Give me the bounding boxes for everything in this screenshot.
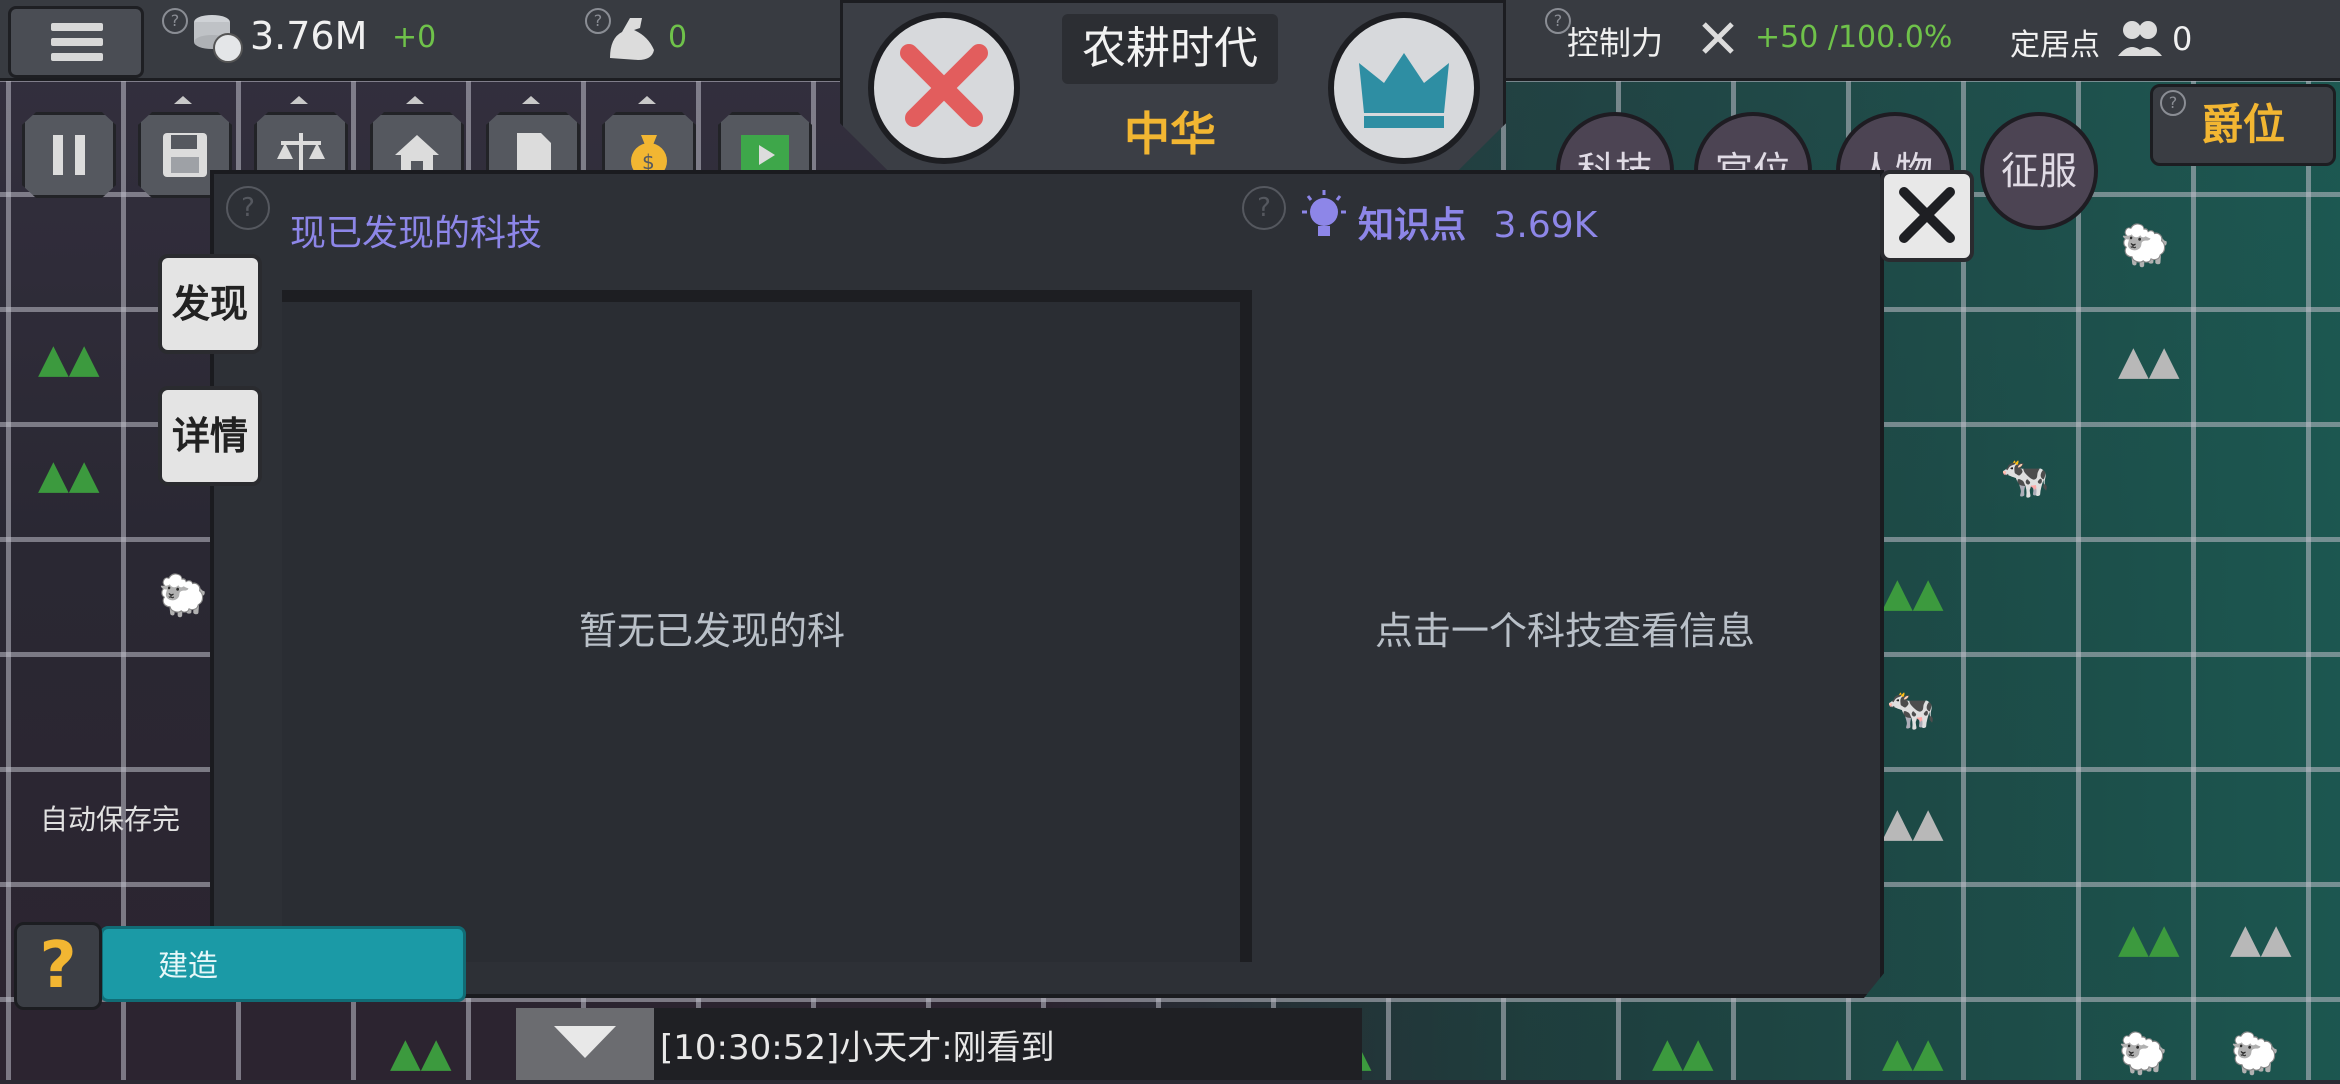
caret-up-icon <box>638 96 656 104</box>
crown-icon <box>1359 53 1449 128</box>
cow-tile-icon[interactable]: 🐄 <box>1886 686 1936 733</box>
war-button[interactable] <box>868 12 1020 164</box>
build-button[interactable]: 建造 <box>100 926 466 1002</box>
crossed-swords-small-icon <box>1702 22 1734 54</box>
build-label: 建造 <box>158 949 218 984</box>
era-title: 农耕时代 <box>1062 14 1278 84</box>
rank-help-icon[interactable]: ? <box>2160 90 2186 116</box>
sheep-tile-icon[interactable]: 🐑 <box>2120 222 2170 269</box>
forest-tile-icon[interactable]: ▲▲ <box>38 336 100 382</box>
autosave-notice: 自动保存完 <box>40 803 181 836</box>
gold-help-icon[interactable]: ? <box>162 8 188 34</box>
gold-delta: +0 <box>392 20 437 55</box>
coins-icon <box>194 15 243 63</box>
lightbulb-icon <box>1302 190 1346 236</box>
civilization-name: 中华 <box>1124 107 1216 161</box>
panel-title: 现已发现的科技 <box>290 213 543 254</box>
settlement-value: 0 <box>2172 20 2193 58</box>
mountain-tile-icon[interactable]: ▲▲ <box>2230 916 2292 962</box>
strength-value: 0 <box>668 20 688 55</box>
caret-up-icon <box>290 96 308 104</box>
tab-details[interactable]: 详情 <box>158 386 262 486</box>
knowledge-points: 知识点 3.69K <box>1358 196 1597 248</box>
forest-tile-icon[interactable]: ▲▲ <box>390 1030 452 1076</box>
close-icon <box>1899 187 1955 243</box>
help-button[interactable]: ? <box>14 922 102 1010</box>
cow-tile-icon[interactable]: 🐄 <box>2000 454 2050 501</box>
sheep-tile-icon[interactable]: 🐑 <box>2118 1030 2168 1077</box>
panel-help-icon[interactable]: ? <box>226 186 270 230</box>
caret-up-icon <box>174 96 192 104</box>
forest-tile-icon[interactable]: ▲▲ <box>1652 1030 1714 1076</box>
tab-discover[interactable]: 发现 <box>158 254 262 354</box>
forest-tile-icon[interactable]: ▲▲ <box>38 452 100 498</box>
pause-icon <box>53 135 85 175</box>
control-value: +50 /100.0% <box>1755 20 1953 55</box>
mountain-tile-icon[interactable]: ▲▲ <box>1882 800 1944 846</box>
close-button[interactable] <box>1880 170 1974 262</box>
people-icon <box>2118 21 2162 56</box>
empty-list-message: 暂无已发现的科 <box>578 609 845 653</box>
menu-button[interactable] <box>8 6 144 78</box>
sheep-tile-icon[interactable]: 🐑 <box>158 572 208 619</box>
crown-button[interactable] <box>1328 12 1480 164</box>
pause-button[interactable] <box>22 112 116 198</box>
strength-arm-icon <box>610 18 654 60</box>
chevron-down-icon <box>554 1026 616 1058</box>
control-label: 控制力 <box>1567 24 1664 62</box>
tech-info-hint: 点击一个科技查看信息 <box>1374 609 1755 653</box>
caret-up-icon <box>406 96 424 104</box>
chat-toggle-button[interactable] <box>516 1008 654 1080</box>
tab-conquest[interactable]: 征服 <box>1980 112 2098 230</box>
knowledge-value: 3.69K <box>1493 205 1598 246</box>
crossed-swords-icon <box>900 44 988 127</box>
forest-tile-icon[interactable]: ▲▲ <box>1882 1030 1944 1076</box>
sheep-tile-icon[interactable]: 🐑 <box>2230 1030 2280 1077</box>
chat-message: [10:30:52]小天才:刚看到 <box>660 1028 1055 1068</box>
gold-value: 3.76M <box>250 14 368 58</box>
settlement-label: 定居点 <box>2010 28 2100 63</box>
caret-up-icon <box>522 96 540 104</box>
knowledge-help-icon[interactable]: ? <box>1242 186 1286 230</box>
floppy-disk-icon <box>163 133 207 177</box>
forest-tile-icon[interactable]: ▲▲ <box>2118 916 2180 962</box>
knowledge-label: 知识点 <box>1358 205 1467 246</box>
mountain-tile-icon[interactable]: ▲▲ <box>2118 338 2180 384</box>
forest-tile-icon[interactable]: ▲▲ <box>1882 570 1944 616</box>
